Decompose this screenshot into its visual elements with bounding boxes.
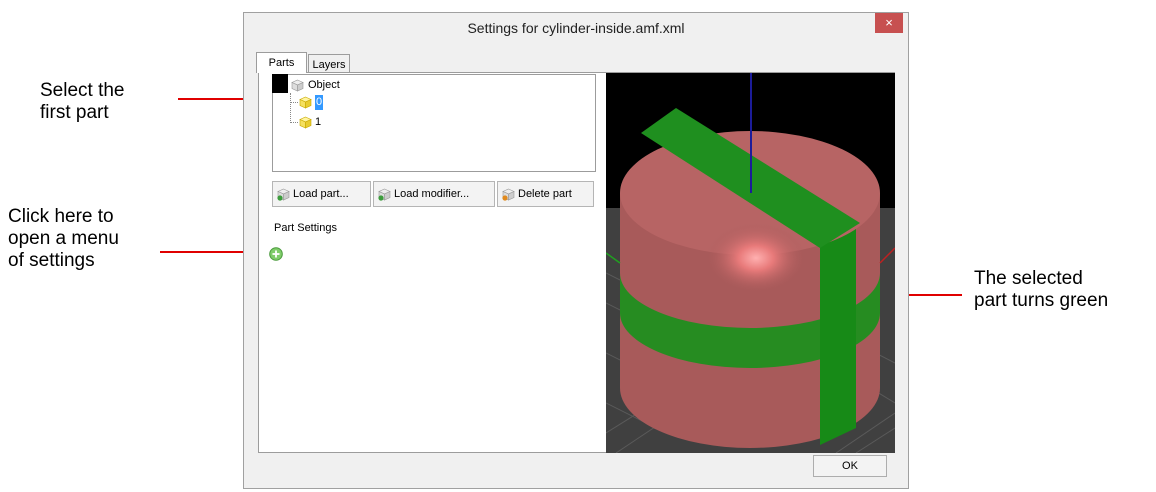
load-part-button[interactable]: Load part... bbox=[272, 181, 371, 207]
title-bar[interactable]: Settings for cylinder-inside.amf.xml × bbox=[244, 13, 908, 43]
button-label: Load modifier... bbox=[394, 188, 470, 200]
button-label: Load part... bbox=[293, 188, 349, 200]
window-title: Settings for cylinder-inside.amf.xml bbox=[467, 20, 685, 36]
ok-button[interactable]: OK bbox=[813, 455, 887, 477]
tree-corner bbox=[272, 74, 288, 93]
tree-connector bbox=[290, 102, 298, 103]
tree-connector bbox=[290, 93, 291, 123]
tree-item-label: 1 bbox=[315, 116, 322, 128]
tab-parts[interactable]: Parts bbox=[256, 52, 307, 73]
part-cube-icon bbox=[299, 96, 312, 109]
load-modifier-button[interactable]: Load modifier... bbox=[373, 181, 495, 207]
parts-tree[interactable]: Object 0 1 bbox=[272, 74, 596, 172]
load-modifier-icon bbox=[378, 188, 391, 201]
button-label: Delete part bbox=[518, 188, 572, 200]
3d-preview-viewport[interactable] bbox=[606, 73, 895, 453]
load-part-icon bbox=[277, 188, 290, 201]
object-icon bbox=[291, 79, 304, 92]
tab-layers[interactable]: Layers bbox=[308, 54, 350, 74]
delete-part-button[interactable]: Delete part bbox=[497, 181, 594, 207]
tree-connector bbox=[290, 122, 298, 123]
tree-item-label: 0 bbox=[315, 95, 324, 110]
delete-part-icon bbox=[502, 188, 515, 201]
3d-scene bbox=[606, 73, 895, 453]
tree-item-label: Object bbox=[308, 79, 340, 91]
settings-dialog: Settings for cylinder-inside.amf.xml × P… bbox=[243, 12, 909, 489]
add-setting-icon[interactable] bbox=[269, 247, 283, 261]
close-button[interactable]: × bbox=[875, 13, 903, 33]
part-cube-icon bbox=[299, 116, 312, 129]
part-settings-label: Part Settings bbox=[274, 222, 337, 234]
